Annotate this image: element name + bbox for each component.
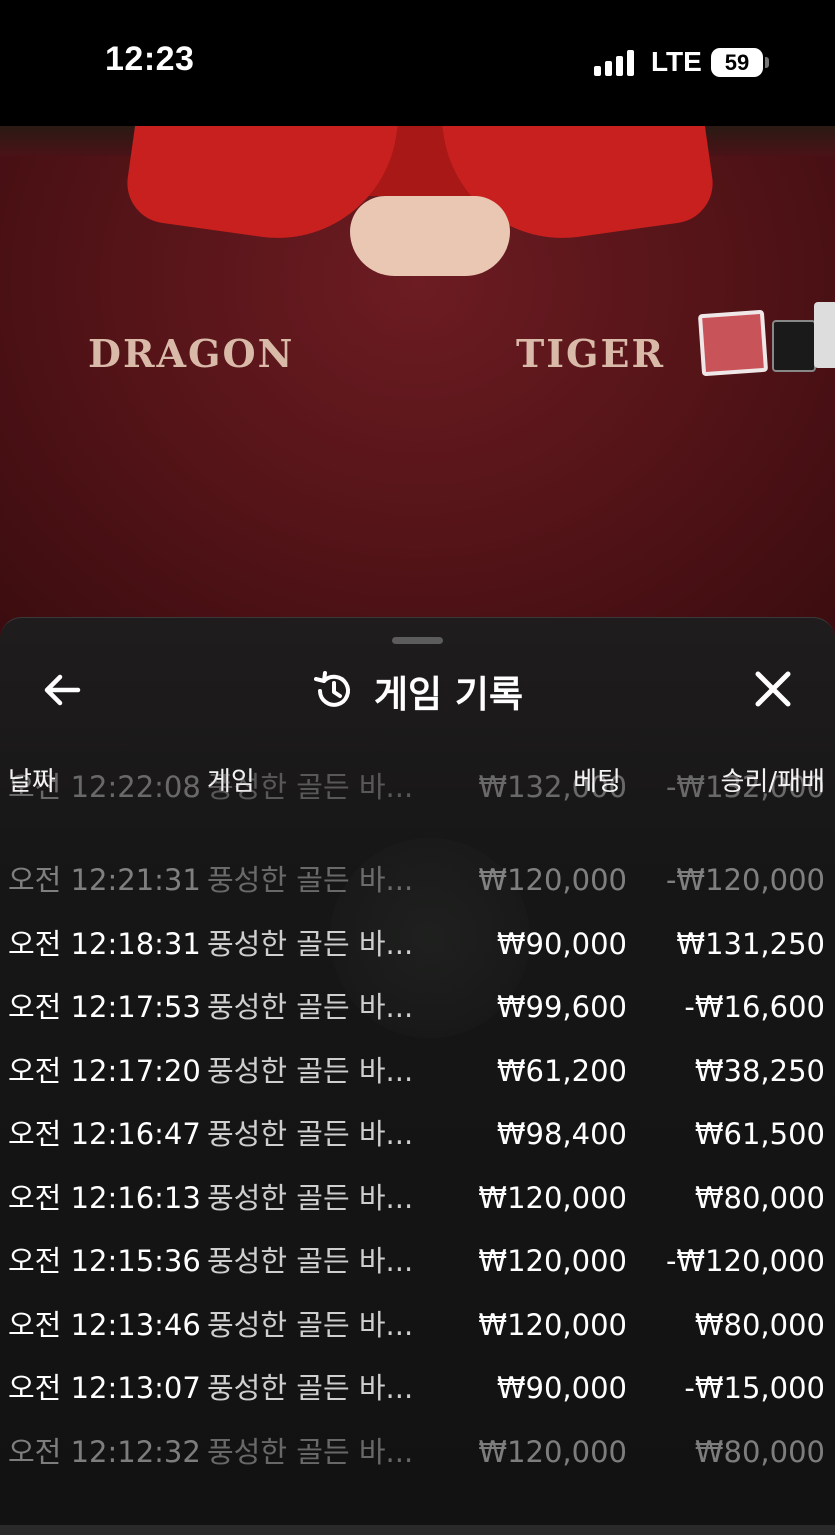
table-row[interactable]: 오전 12:16:13 풍성한 골든 바... ₩120,000 ₩80,000 — [0, 1166, 835, 1230]
row-game: 풍성한 골든 바... — [207, 1371, 414, 1405]
row-date: 오전 12:16:13 — [8, 1181, 201, 1215]
history-list[interactable]: 오전 12:22:08 풍성한 골든 바... ₩132,000 -₩132,0… — [0, 770, 835, 1484]
table-row[interactable]: 오전 12:13:46 풍성한 골든 바... ₩120,000 ₩80,000 — [0, 1293, 835, 1357]
row-bet: ₩120,000 — [478, 1181, 627, 1215]
row-result: ₩61,500 — [694, 1117, 825, 1151]
row-bet: ₩120,000 — [478, 1435, 627, 1469]
row-bet: ₩120,000 — [478, 1308, 627, 1342]
row-result: -₩132,000 — [665, 770, 825, 804]
status-time: 12:23 — [105, 40, 195, 78]
row-result: -₩16,600 — [684, 990, 825, 1024]
row-result: ₩80,000 — [694, 1308, 825, 1342]
table-row[interactable]: 오전 12:15:36 풍성한 골든 바... ₩120,000 -₩120,0… — [0, 1229, 835, 1293]
network-type: LTE — [651, 46, 702, 77]
battery-tip — [765, 57, 769, 68]
table-row[interactable]: 오전 12:18:31 풍성한 골든 바... ₩90,000 ₩131,250 — [0, 912, 835, 976]
game-history-sheet: 게임 기록 날짜 게임 베팅 승리/패배 오전 12:22:08 풍성한 골든 … — [0, 617, 835, 1535]
row-date: 오전 12:15:36 — [8, 1244, 201, 1278]
row-bet: ₩120,000 — [478, 1244, 627, 1278]
row-game: 풍성한 골든 바... — [207, 770, 414, 804]
row-result: ₩80,000 — [694, 1435, 825, 1469]
row-result: -₩120,000 — [665, 863, 825, 897]
row-game: 풍성한 골든 바... — [207, 1435, 414, 1469]
row-bet: ₩98,400 — [496, 1117, 627, 1151]
card-shoe — [772, 320, 816, 372]
row-date: 오전 12:17:20 — [8, 1054, 201, 1088]
row-game: 풍성한 골든 바... — [207, 927, 414, 961]
row-date: 오전 12:18:31 — [8, 927, 201, 961]
table-row[interactable]: 오전 12:13:07 풍성한 골든 바... ₩90,000 -₩15,000 — [0, 1356, 835, 1420]
row-game: 풍성한 골든 바... — [207, 1308, 414, 1342]
row-bet: ₩90,000 — [496, 927, 627, 961]
row-game: 풍성한 골든 바... — [207, 1054, 414, 1088]
row-result: -₩120,000 — [665, 1244, 825, 1278]
row-bet: ₩132,000 — [478, 770, 627, 804]
sheet-drag-handle[interactable] — [392, 637, 443, 644]
sheet-title: 게임 기록 — [373, 673, 524, 716]
row-result: -₩15,000 — [684, 1371, 825, 1405]
table-row[interactable]: 오전 12:22:08 풍성한 골든 바... ₩132,000 -₩132,0… — [0, 755, 835, 819]
cellular-signal-icon — [594, 50, 636, 76]
close-icon — [755, 671, 791, 707]
live-video: DRAGON TIGER — [0, 126, 835, 646]
dragon-label: DRAGON — [88, 331, 295, 376]
row-game: 풍성한 골든 바... — [207, 863, 414, 897]
row-date: 오전 12:13:07 — [8, 1371, 201, 1405]
row-bet: ₩120,000 — [478, 863, 627, 897]
tiger-label: TIGER — [516, 331, 666, 376]
row-date: 오전 12:17:53 — [8, 990, 201, 1024]
row-date: 오전 12:16:47 — [8, 1117, 201, 1151]
row-date: 오전 12:12:32 — [8, 1435, 201, 1469]
status-bar: 12:23 LTE 59 — [0, 0, 835, 126]
dealer-hands — [350, 196, 510, 276]
sheet-header: 게임 기록 — [0, 664, 835, 718]
table-row[interactable]: 오전 12:17:20 풍성한 골든 바... ₩61,200 ₩38,250 — [0, 1039, 835, 1103]
row-result: ₩131,250 — [676, 927, 825, 961]
table-row[interactable]: 오전 12:21:31 풍성한 골든 바... ₩120,000 -₩120,0… — [0, 848, 835, 912]
table-row[interactable]: 오전 12:17:53 풍성한 골든 바... ₩99,600 -₩16,600 — [0, 975, 835, 1039]
row-game: 풍성한 골든 바... — [207, 990, 414, 1024]
row-date: 오전 12:13:46 — [8, 1308, 201, 1342]
row-bet: ₩99,600 — [496, 990, 627, 1024]
battery-icon: 59 — [711, 48, 763, 77]
history-icon — [313, 671, 350, 707]
close-button[interactable] — [750, 666, 796, 712]
row-game: 풍성한 골든 바... — [207, 1181, 414, 1215]
table-row[interactable]: 오전 12:12:32 풍성한 골든 바... ₩120,000 ₩80,000 — [0, 1420, 835, 1484]
row-date: 오전 12:22:08 — [8, 770, 201, 804]
row-result: ₩80,000 — [694, 1181, 825, 1215]
row-game: 풍성한 골든 바... — [207, 1244, 414, 1278]
row-game: 풍성한 골든 바... — [207, 1117, 414, 1151]
row-date: 오전 12:21:31 — [8, 863, 201, 897]
playing-card — [697, 309, 769, 377]
row-bet: ₩90,000 — [496, 1371, 627, 1405]
card-holder — [814, 302, 835, 368]
row-bet: ₩61,200 — [496, 1054, 627, 1088]
row-result: ₩38,250 — [694, 1054, 825, 1088]
table-row[interactable]: 오전 12:16:47 풍성한 골든 바... ₩98,400 ₩61,500 — [0, 1102, 835, 1166]
